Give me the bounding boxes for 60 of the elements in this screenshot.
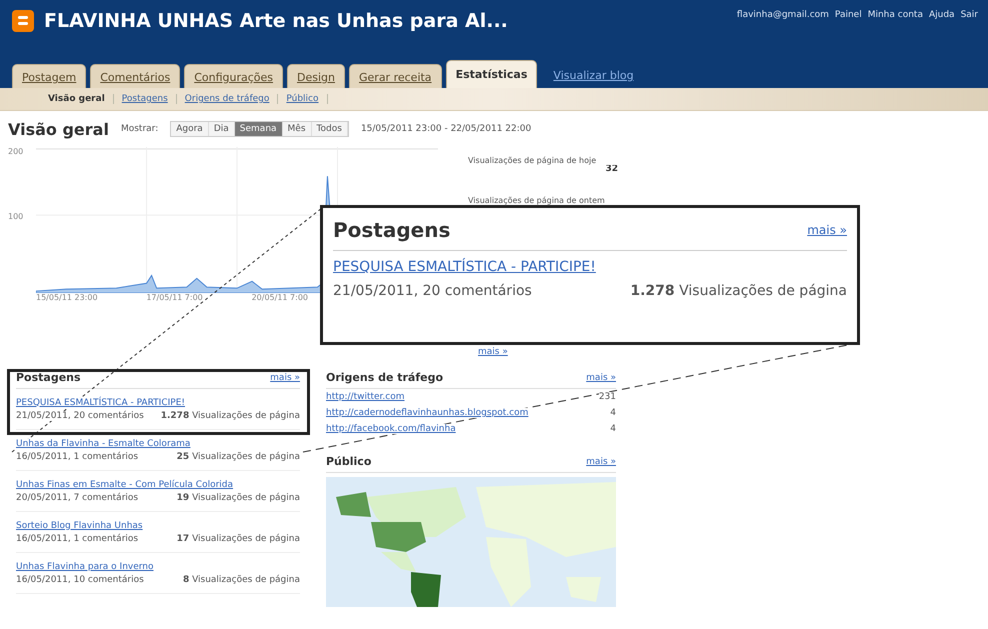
nav-tab[interactable]: Configurações: [184, 64, 284, 88]
referrer-count: 4: [610, 408, 616, 418]
view-blog-link[interactable]: Visualizar blog: [553, 69, 634, 82]
post-meta: 21/05/2011, 20 comentários: [333, 283, 532, 299]
subtab[interactable]: Público: [278, 94, 328, 104]
subtab[interactable]: Origens de tráfego: [176, 94, 278, 104]
nav-tab[interactable]: Design: [287, 64, 345, 88]
post-views: 17 Visualizações de página: [176, 534, 300, 544]
post-views: 19 Visualizações de página: [176, 492, 300, 502]
header-link[interactable]: Ajuda: [928, 10, 955, 20]
panel-title: Origens de tráfego: [326, 371, 444, 384]
post-meta: 20/05/2011, 7 comentários: [16, 492, 138, 502]
header-link[interactable]: Sair: [960, 10, 978, 20]
stat-label: Visualizações de página de hoje: [468, 157, 618, 166]
referrer-link[interactable]: http://twitter.com: [326, 392, 405, 402]
nav-tab[interactable]: Estatísticas: [446, 60, 538, 88]
nav-tab[interactable]: Postagem: [12, 64, 86, 88]
range-button[interactable]: Dia: [208, 122, 235, 136]
page-heading: Visão geral: [8, 120, 109, 138]
more-link[interactable]: mais »: [807, 223, 847, 237]
date-range: 15/05/2011 23:00 - 22/05/2011 22:00: [360, 124, 532, 134]
show-label: Mostrar:: [120, 124, 158, 134]
more-link[interactable]: mais »: [586, 456, 616, 466]
range-button[interactable]: Agora: [171, 122, 209, 136]
more-link[interactable]: mais »: [478, 347, 508, 357]
panel-title: Público: [326, 455, 372, 468]
post-meta: 21/05/2011, 20 comentários: [16, 410, 144, 420]
axis-label: 15/05/11 23:00: [36, 293, 98, 304]
post-views: 8 Visualizações de página: [182, 574, 300, 584]
range-button[interactable]: Todos: [312, 122, 348, 136]
range-button[interactable]: Semana: [234, 122, 283, 136]
post-views: 1.278 Visualizações de página: [160, 410, 300, 420]
axis-label: 200: [8, 147, 24, 156]
range-button[interactable]: Mês: [282, 122, 312, 136]
axis-label: 100: [8, 212, 24, 221]
header-link[interactable]: flavinha@gmail.com: [736, 10, 829, 20]
header-link[interactable]: Painel: [834, 10, 862, 20]
more-link[interactable]: mais »: [270, 372, 300, 382]
post-views: 1.278 Visualizações de página: [630, 283, 847, 299]
post-link[interactable]: PESQUISA ESMALTÍSTICA - PARTICIPE!: [333, 259, 847, 275]
blogger-logo-icon: [12, 10, 34, 32]
post-views: 25 Visualizações de página: [176, 452, 300, 462]
nav-tab[interactable]: Comentários: [90, 64, 180, 88]
post-meta: 16/05/2011, 1 comentários: [16, 452, 138, 462]
subtab[interactable]: Visão geral: [40, 94, 114, 104]
axis-label: 20/05/11 7:00: [252, 293, 308, 304]
referrer-link[interactable]: http://facebook.com/flavinha: [326, 424, 456, 434]
blog-title: FLAVINHA UNHAS Arte nas Unhas para Al...: [44, 10, 508, 32]
more-link[interactable]: mais »: [586, 372, 616, 382]
nav-tab[interactable]: Gerar receita: [349, 64, 442, 88]
axis-label: 17/05/11 7:00: [146, 293, 203, 304]
subtab[interactable]: Postagens: [114, 94, 177, 104]
referrer-count: 4: [610, 424, 616, 434]
header-link[interactable]: Minha conta: [868, 10, 923, 20]
panel-title: Postagens: [16, 371, 81, 384]
referrer-count: 231: [598, 392, 616, 402]
post-meta: 16/05/2011, 10 comentários: [16, 574, 144, 584]
post-meta: 16/05/2011, 1 comentários: [16, 534, 138, 544]
referrer-link[interactable]: http://cadernodeflavinhaunhas.blogspot.com: [326, 408, 528, 418]
callout-title: Postagens: [333, 218, 450, 242]
